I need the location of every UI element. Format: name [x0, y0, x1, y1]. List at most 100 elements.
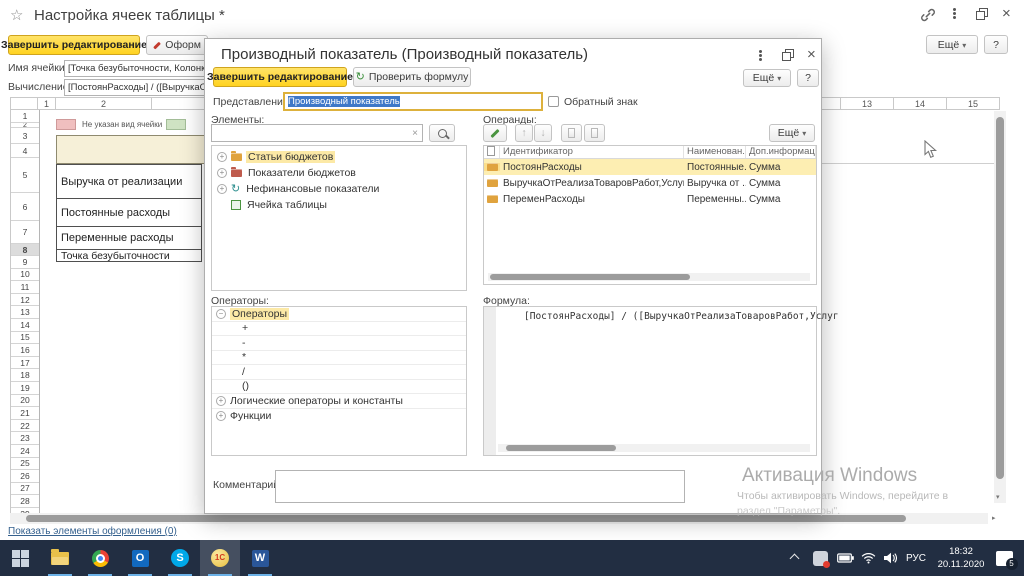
functions-row[interactable]: + Функции [212, 409, 466, 424]
search-clear-icon[interactable]: × [412, 127, 418, 140]
operand-row[interactable]: ВыручкаОтРеализаТоваровРабот,Услуг Выруч… [484, 175, 816, 191]
grid-row-number[interactable]: 7 [11, 221, 39, 244]
search-button[interactable] [429, 124, 455, 142]
operands-hscrollbar[interactable] [488, 273, 810, 281]
formula-text[interactable]: [ПостоянРасходы] / ([ВыручкаОтРеализаТов… [524, 311, 839, 322]
grid-row-number[interactable]: 13 [11, 306, 39, 319]
operator-item[interactable]: * [212, 351, 466, 366]
expand-icon[interactable]: + [217, 184, 227, 194]
grid-row-number[interactable]: 9 [11, 256, 39, 269]
finish-editing-button[interactable]: Завершить редактирование [8, 35, 140, 55]
grid-col-header[interactable]: 13 [841, 97, 894, 110]
grid-header-band-cell[interactable] [56, 135, 205, 164]
grid-row-number[interactable]: 24 [11, 445, 39, 458]
tree-item-nonfinancial[interactable]: + ↻ Нефинансовые показатели [217, 183, 381, 195]
formula-hscrollbar[interactable] [498, 444, 810, 452]
link-icon[interactable] [920, 7, 936, 28]
edit-operand-button[interactable] [483, 124, 507, 142]
favorite-star-icon[interactable]: ☆ [10, 6, 23, 24]
dialog-more-button[interactable]: Ещё [743, 69, 791, 87]
grid-row-number[interactable]: 8 [11, 244, 39, 256]
operands-more-button[interactable]: Ещё [769, 124, 815, 142]
expand-icon[interactable]: + [216, 411, 226, 421]
taskbar-skype[interactable]: S [160, 540, 200, 576]
grid-cell[interactable]: Точка безубыточности [56, 249, 202, 262]
operators-root-row[interactable]: − Операторы [212, 307, 466, 322]
grid-row-number[interactable]: 22 [11, 420, 39, 433]
tray-volume[interactable] [880, 540, 900, 576]
grid-row-number[interactable]: 25 [11, 458, 39, 471]
tray-battery[interactable] [834, 540, 856, 576]
main-hscrollbar[interactable] [10, 513, 988, 524]
column-header-name[interactable]: Наименован... [684, 146, 746, 158]
elements-search-input[interactable]: × [211, 124, 423, 142]
tray-wifi[interactable] [858, 540, 878, 576]
taskbar-file-explorer[interactable] [40, 540, 80, 576]
expand-icon[interactable]: + [217, 152, 227, 162]
grid-row-number[interactable]: 19 [11, 382, 39, 395]
grid-row-number[interactable]: 11 [11, 281, 39, 294]
grid-row-number[interactable]: 15 [11, 332, 39, 345]
formula-pane[interactable]: [ПостоянРасходы] / ([ВыручкаОтРеализаТов… [483, 306, 817, 456]
grid-row-number[interactable]: 27 [11, 483, 39, 496]
grid-col-header[interactable]: 1 [37, 97, 56, 110]
expand-icon[interactable]: + [216, 396, 226, 406]
tree-item-budget-indicators[interactable]: + Показатели бюджетов [217, 167, 358, 179]
grid-col-header[interactable]: 14 [894, 97, 947, 110]
tree-item-table-cell[interactable]: Ячейка таблицы [231, 199, 329, 211]
grid-col-header[interactable]: 2 [55, 97, 152, 110]
logical-operators-row[interactable]: + Логические операторы и константы [212, 394, 466, 409]
taskbar-1c-active[interactable]: 1С [200, 540, 240, 576]
tree-item-label[interactable]: Показатели бюджетов [246, 167, 358, 179]
taskbar-outlook[interactable]: O [120, 540, 160, 576]
grid-row-number[interactable]: 21 [11, 407, 39, 420]
operator-item[interactable]: + [212, 322, 466, 337]
scroll-down-icon[interactable]: ▾ [996, 494, 1000, 502]
comment-input[interactable] [275, 470, 685, 503]
grid-row-number[interactable]: 14 [11, 319, 39, 332]
dialog-close-icon[interactable]: × [807, 48, 816, 62]
tree-item-label[interactable]: Статьи бюджетов [246, 151, 335, 163]
tray-app-icon[interactable] [810, 540, 830, 576]
move-down-button[interactable]: ↓ [534, 124, 552, 142]
dialog-maximize-icon[interactable] [782, 49, 794, 61]
grid-row-number[interactable]: 3 [11, 128, 39, 144]
column-header-id[interactable]: Идентификатор [500, 146, 684, 158]
grid-row-number[interactable]: 16 [11, 344, 39, 357]
cell-name-input[interactable]: [Точка безубыточности, Колонка] [64, 60, 206, 77]
grid-col-header[interactable]: 15 [947, 97, 1000, 110]
grid-cell[interactable]: Выручка от реализации [56, 164, 202, 199]
grid-cell[interactable]: Переменные расходы [56, 226, 202, 250]
scroll-right-icon[interactable]: ▸ [992, 515, 996, 523]
grid-row-number[interactable]: 17 [11, 357, 39, 370]
operator-item[interactable]: - [212, 336, 466, 351]
column-header-info[interactable]: Доп.информаци... [746, 146, 816, 158]
dialog-finish-editing-button[interactable]: Завершить редактирование [213, 67, 347, 87]
collapse-icon[interactable]: − [216, 309, 226, 319]
grid-col-header[interactable] [151, 97, 205, 110]
show-format-elements-link[interactable]: Показать элементы оформления (0) [8, 526, 177, 537]
grid-row-number[interactable]: 12 [11, 294, 39, 307]
grid-row-number[interactable]: 5 [11, 158, 39, 193]
grid-row-number[interactable]: 18 [11, 369, 39, 382]
operator-item[interactable]: / [212, 365, 466, 380]
main-more-button[interactable]: Ещё [926, 35, 978, 54]
calculation-input[interactable]: [ПостоянРасходы] / ([ВыручкаОтР [64, 79, 206, 96]
tree-item-label[interactable]: Ячейка таблицы [245, 199, 329, 211]
tray-clock[interactable]: 18:32 20.11.2020 [932, 540, 990, 576]
operator-item[interactable]: () [212, 380, 466, 395]
action-center-button[interactable]: 5 [992, 540, 1016, 576]
taskbar-word[interactable]: W [240, 540, 280, 576]
tree-item-label[interactable]: Нефинансовые показатели [244, 183, 381, 195]
move-up-button[interactable]: ↑ [515, 124, 533, 142]
window-menu-icon[interactable] [953, 8, 956, 11]
expand-icon[interactable]: + [217, 168, 227, 178]
tray-expand-button[interactable] [786, 540, 802, 576]
grid-row-number[interactable]: 4 [11, 144, 39, 158]
grid-row-number[interactable]: 1 [11, 110, 39, 123]
window-close-icon[interactable]: × [1002, 7, 1011, 21]
format-button[interactable]: Оформ [146, 35, 208, 55]
main-vscrollbar[interactable] [994, 111, 1006, 503]
tree-item-budget-articles[interactable]: + Статьи бюджетов [217, 151, 335, 163]
taskbar-chrome[interactable] [80, 540, 120, 576]
